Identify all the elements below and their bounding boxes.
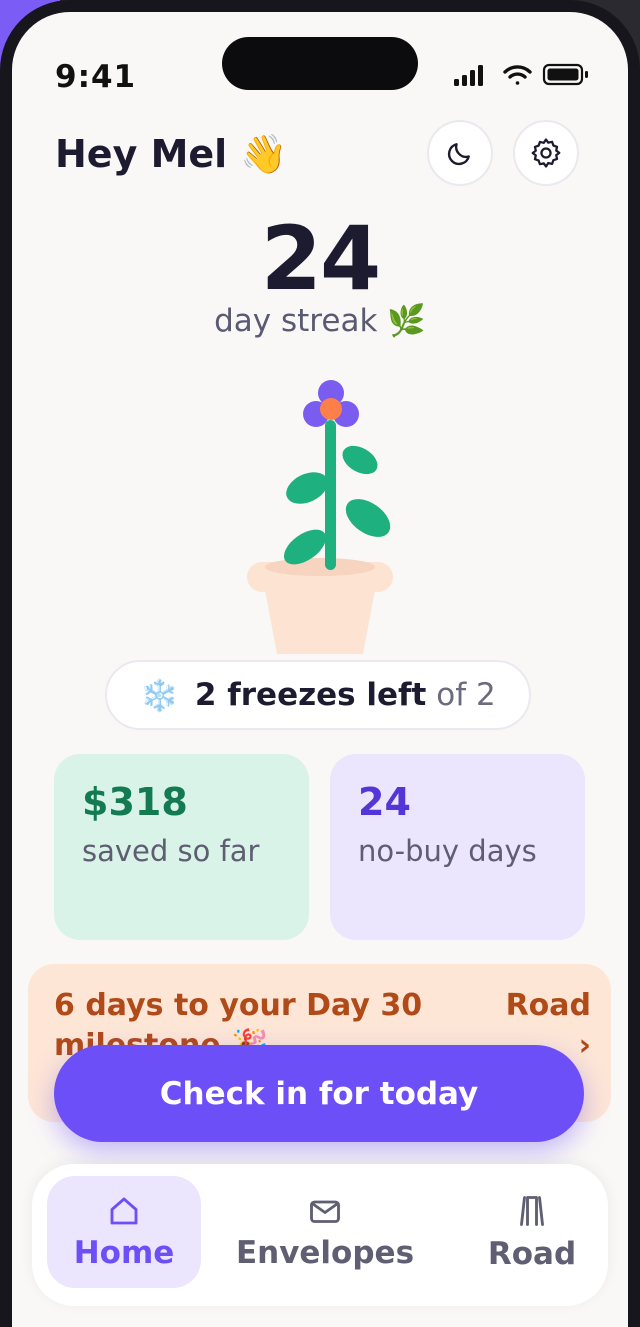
plant-stem (283, 420, 391, 570)
no-buy-days-value: 24 (358, 780, 411, 824)
savings-card: $318 saved so far (54, 754, 309, 940)
greeting-text: Hey Mel (55, 132, 228, 176)
streak-count: 24 (260, 207, 381, 310)
freeze-total: of 2 (436, 677, 496, 713)
streak-label: day streak 🌿 (12, 302, 628, 339)
freeze-count: 2 freezes left (194, 677, 427, 713)
envelope-icon (310, 1200, 340, 1223)
tab-envelopes[interactable]: Envelopes (230, 1176, 420, 1288)
savings-value: $318 (82, 780, 188, 824)
wave-emoji: 👋 (240, 132, 288, 176)
home-icon (110, 1197, 138, 1225)
battery-icon (542, 63, 588, 86)
check-in-button[interactable]: Check in for today (54, 1045, 584, 1142)
theme-toggle-button[interactable] (427, 120, 493, 186)
gear-icon (531, 138, 561, 168)
road-icon (520, 1196, 544, 1226)
tab-road[interactable]: Road (464, 1176, 600, 1288)
streak-label-text: day streak (214, 303, 378, 339)
savings-label: saved so far (82, 834, 260, 868)
snowflake-icon: ❄️ (140, 677, 179, 714)
freeze-text: 2 freezes left of 2 (195, 677, 496, 713)
tab-road-label: Road (487, 1236, 577, 1272)
signal-icon (454, 65, 483, 86)
tab-home[interactable]: Home (47, 1176, 201, 1288)
settings-button[interactable] (513, 120, 579, 186)
no-buy-days-card: 24 no-buy days (330, 754, 585, 940)
wifi-icon (503, 65, 532, 85)
bottom-tab-bar: Home Envelopes Road (32, 1164, 608, 1306)
app-screen: 9:41 Hey Mel 👋 24 day streak 🌿 ❄️ 2 free… (12, 12, 628, 1327)
flower-pot (247, 558, 393, 654)
status-time: 9:41 (55, 59, 137, 95)
leaf-emoji: 🌿 (387, 303, 426, 339)
chevron-right-icon: › (578, 1028, 591, 1063)
tab-home-label: Home (73, 1235, 175, 1271)
freeze-pill: ❄️ 2 freezes left of 2 (105, 660, 531, 730)
tab-envelopes-label: Envelopes (235, 1235, 415, 1271)
moon-icon (447, 143, 470, 166)
flower (303, 380, 359, 427)
plant-illustration (247, 380, 393, 654)
status-icons (454, 63, 588, 86)
phone-frame: 9:41 Hey Mel 👋 24 day streak 🌿 ❄️ 2 free… (0, 0, 640, 1327)
road-link-label: Road (505, 988, 591, 1023)
no-buy-days-label: no-buy days (358, 834, 537, 868)
dynamic-island (222, 37, 418, 90)
greeting-title: Hey Mel 👋 (55, 132, 288, 177)
